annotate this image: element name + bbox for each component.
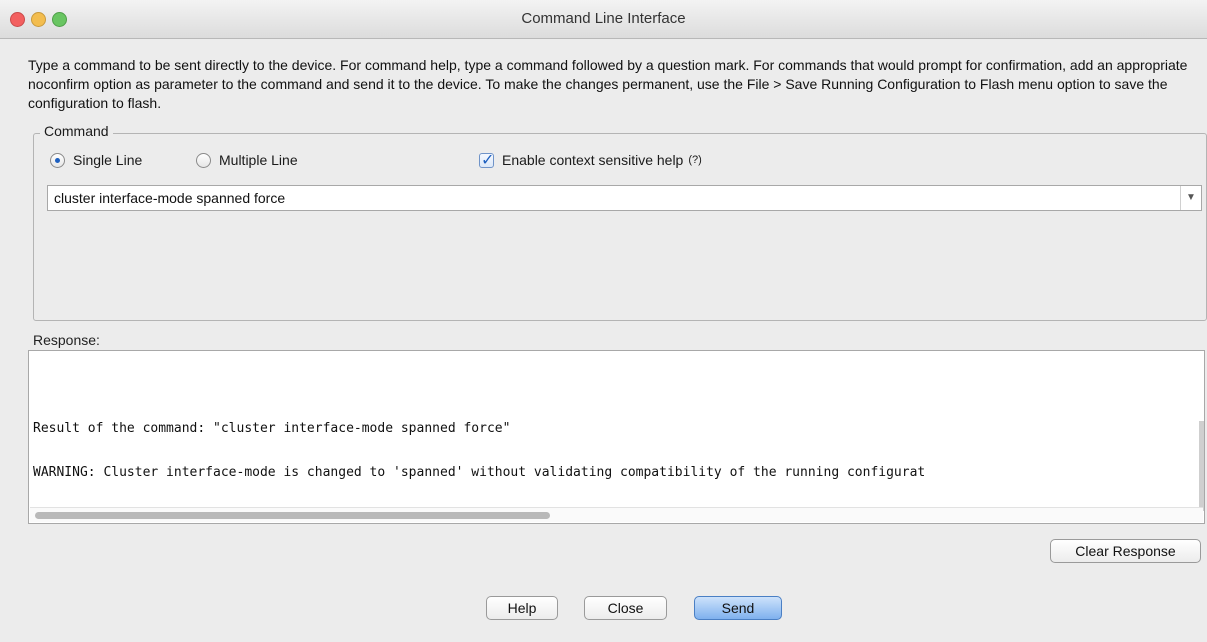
chevron-down-icon[interactable]: ▼ — [1180, 186, 1201, 210]
context-help-label: Enable context sensitive help — [502, 152, 684, 168]
vertical-scrollbar[interactable] — [1199, 421, 1204, 511]
response-line: Result of the command: "cluster interfac… — [33, 421, 511, 436]
command-combobox[interactable]: cluster interface-mode spanned force ▼ — [47, 185, 1202, 211]
instructions-text: Type a command to be sent directly to th… — [28, 57, 1188, 111]
response-label: Response: — [33, 332, 100, 348]
single-line-label: Single Line — [73, 152, 143, 168]
close-button[interactable]: Close — [584, 596, 667, 620]
window-title: Command Line Interface — [521, 10, 686, 27]
multiple-line-radio[interactable] — [196, 152, 211, 168]
horizontal-scroll-thumb[interactable] — [35, 512, 550, 519]
context-help-option[interactable]: ✓ Enable context sensitive help (?) — [479, 151, 702, 169]
response-line: WARNING: Cluster interface-mode is chang… — [33, 465, 926, 480]
multiple-line-label: Multiple Line — [219, 152, 298, 168]
single-line-option[interactable]: Single Line — [50, 152, 142, 168]
send-button[interactable]: Send — [694, 596, 782, 620]
multiple-line-option[interactable]: Multiple Line — [196, 152, 298, 168]
single-line-radio[interactable] — [50, 152, 65, 168]
response-output[interactable]: Result of the command: "cluster interfac… — [28, 350, 1205, 524]
help-hint-icon[interactable]: (?) — [688, 154, 701, 166]
command-group-legend: Command — [40, 123, 113, 139]
title-bar: Command Line Interface — [0, 0, 1207, 39]
clear-response-button[interactable]: Clear Response — [1050, 539, 1201, 563]
command-input[interactable]: cluster interface-mode spanned force — [54, 190, 285, 206]
help-button[interactable]: Help — [486, 596, 558, 620]
horizontal-scrollbar[interactable] — [30, 507, 1203, 522]
context-help-checkbox[interactable]: ✓ — [479, 151, 495, 169]
checkmark-icon: ✓ — [481, 151, 495, 169]
